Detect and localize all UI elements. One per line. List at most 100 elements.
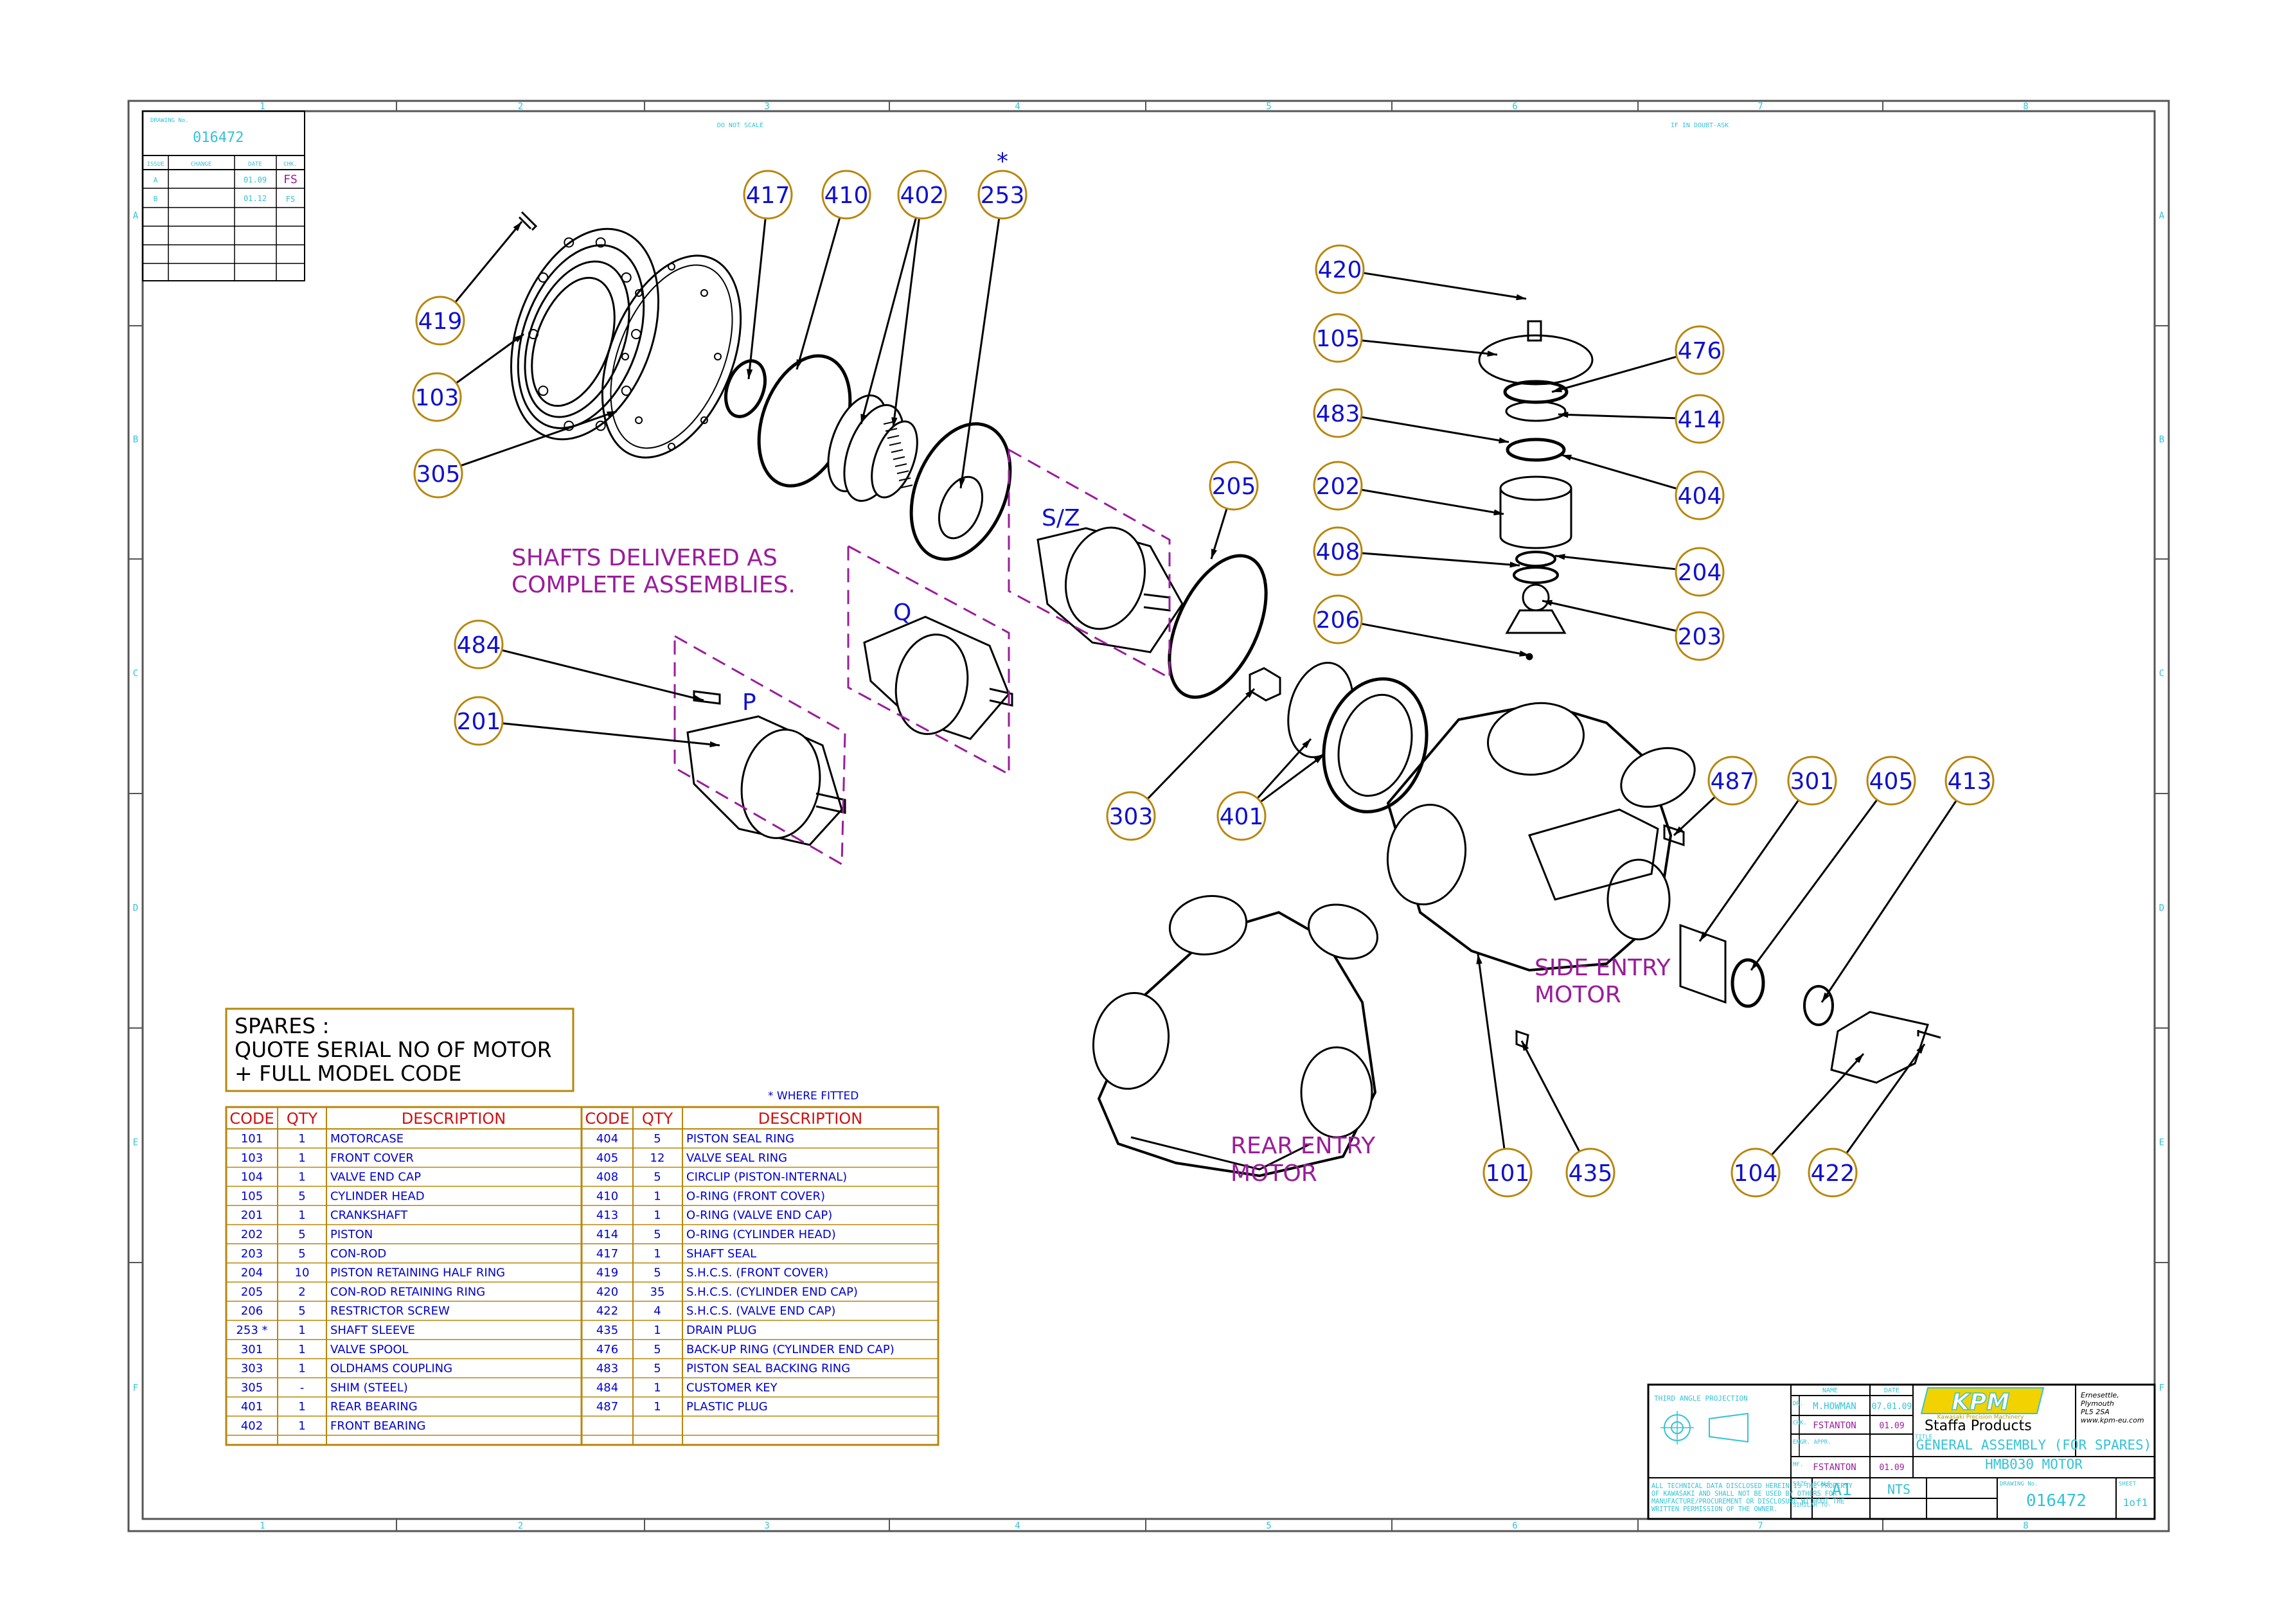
callout-number: 401 (1220, 804, 1264, 830)
part-code: 205 (241, 1285, 263, 1299)
part-code: 476 (596, 1343, 618, 1356)
part-code: 487 (596, 1400, 618, 1414)
part-code: 408 (596, 1171, 618, 1184)
part-qty: 5 (654, 1362, 661, 1376)
rear-entry-label-2: MOTOR (1231, 1160, 1317, 1187)
zone-number-top: 7 (1758, 102, 1763, 112)
sheet-number: 1of1 (2123, 1496, 2148, 1509)
callout-number: 476 (1678, 338, 1722, 364)
part-description: CRANKSHAFT (330, 1209, 408, 1222)
chk-date: 01.09 (1879, 1421, 1904, 1431)
part-description: SHAFT SEAL (686, 1247, 756, 1261)
piston-top (1499, 475, 1572, 501)
part-description: PLASTIC PLUG (686, 1400, 768, 1414)
callout-mark: * (997, 148, 1008, 175)
part-description: CIRCLIP (PISTON-INTERNAL) (686, 1171, 847, 1184)
part-description: FRONT COVER (330, 1151, 414, 1165)
part-qty: 1 (654, 1189, 661, 1203)
callout-number: 405 (1869, 768, 1914, 795)
callout-number: 105 (1316, 326, 1360, 352)
part-qty: - (300, 1381, 305, 1394)
kpm-logo-text: KPM (1952, 1389, 2009, 1415)
part-code: 413 (596, 1209, 618, 1222)
disclaimer-line: OF KAWASAKI AND SHALL NOT BE USED BY OTH… (1651, 1491, 1837, 1498)
part-qty: 5 (654, 1266, 661, 1280)
part-qty: 1 (654, 1247, 661, 1261)
callout-number: 414 (1678, 407, 1722, 433)
part-code: 435 (596, 1324, 618, 1337)
company-address: www.kpm-eu.com (2081, 1416, 2144, 1424)
rev-issue: B (154, 195, 158, 203)
part-description: PISTON SEAL RING (686, 1132, 794, 1146)
rev-header: CHK. (283, 161, 298, 168)
part-code: 484 (596, 1381, 618, 1394)
part-description: SHAFT SLEEVE (330, 1324, 415, 1337)
rev-header: CHANGE (191, 161, 212, 168)
callout-number: 305 (416, 461, 461, 488)
part-code: 305 (241, 1381, 263, 1394)
zone-letter-right: A (2159, 211, 2165, 221)
zone-number-top: 6 (1512, 102, 1517, 112)
part-description: O-RING (FRONT COVER) (686, 1189, 825, 1203)
callout-number: 487 (1711, 768, 1755, 795)
part-code: 201 (241, 1209, 263, 1222)
callout-number: 419 (418, 308, 463, 335)
part-code: 401 (241, 1400, 263, 1414)
part-code: 105 (241, 1189, 263, 1203)
part-qty: 1 (298, 1362, 305, 1376)
cylinder-head-105 (1478, 334, 1594, 386)
callout-number: 413 (1948, 768, 1992, 795)
part-qty: 1 (298, 1171, 305, 1184)
part-description: PISTON RETAINING HALF RING (330, 1266, 505, 1280)
disclaimer-line: ALL TECHNICAL DATA DISCLOSED HEREIN IS T… (1651, 1483, 1853, 1490)
shafts-note-line2: COMPLETE ASSEMBLIES. (512, 572, 796, 598)
name-label: NAME (1822, 1387, 1838, 1394)
callout-number: 301 (1790, 768, 1835, 795)
callout-number: 202 (1316, 474, 1360, 500)
part-description: CON-ROD RETAINING RING (330, 1285, 485, 1299)
part-qty: 1 (654, 1324, 661, 1337)
company-address: Ernesettle, (2081, 1391, 2119, 1399)
part-code: 203 (241, 1247, 263, 1261)
shaft-label-p: P (742, 689, 756, 716)
dr-label: DR. (1793, 1401, 1803, 1407)
sheet-label: SHEET (2119, 1481, 2137, 1487)
parts-header: DESCRIPTION (402, 1110, 506, 1128)
mf-label: MF. (1793, 1462, 1803, 1468)
part-qty: 1 (298, 1324, 305, 1337)
projection-label: THIRD ANGLE PROJECTION (1654, 1394, 1748, 1403)
part-qty: 5 (654, 1228, 661, 1241)
zone-number-top: 5 (1266, 102, 1271, 112)
company-name: Staffa Products (1925, 1418, 2032, 1434)
company-address: PL5 2SA (2081, 1408, 2110, 1416)
spares-note-line3: + FULL MODEL CODE (235, 1061, 461, 1086)
dr-name: M.HOWMAN (1813, 1401, 1856, 1412)
part-code: 206 (241, 1304, 263, 1318)
zone-number-top: 8 (2023, 102, 2028, 112)
part-code: 104 (241, 1171, 263, 1184)
part-qty: 1 (654, 1400, 661, 1414)
callout-number: 484 (457, 632, 501, 659)
callout-number: 435 (1569, 1160, 1613, 1187)
callout-number: 253 (981, 182, 1025, 209)
do-not-scale-note: DO NOT SCALE (717, 122, 763, 129)
part-qty: 5 (654, 1171, 661, 1184)
zone-number-top: 3 (764, 102, 769, 112)
part-qty: 1 (298, 1419, 305, 1433)
part-description: SHIM (STEEL) (330, 1381, 408, 1394)
part-description: PISTON (330, 1228, 373, 1241)
part-qty: 5 (298, 1304, 305, 1318)
part-code: 404 (596, 1132, 618, 1146)
dr-date: 07.01.09 (1872, 1402, 1912, 1412)
callout-number: 422 (1811, 1160, 1855, 1187)
mf-date: 01.09 (1879, 1463, 1904, 1473)
zone-letter-left: F (133, 1383, 138, 1394)
part-description: VALVE SEAL RING (686, 1151, 787, 1165)
part-code: 253 * (236, 1324, 267, 1337)
drawing-number: 016472 (2026, 1491, 2087, 1511)
part-code: 417 (596, 1247, 618, 1261)
part-description: DRAIN PLUG (686, 1324, 757, 1337)
drawing-number-label: DRAWING No. (2000, 1481, 2038, 1487)
zone-letter-left: E (133, 1138, 138, 1148)
engr-label: ENGR. APPR. (1793, 1439, 1831, 1446)
